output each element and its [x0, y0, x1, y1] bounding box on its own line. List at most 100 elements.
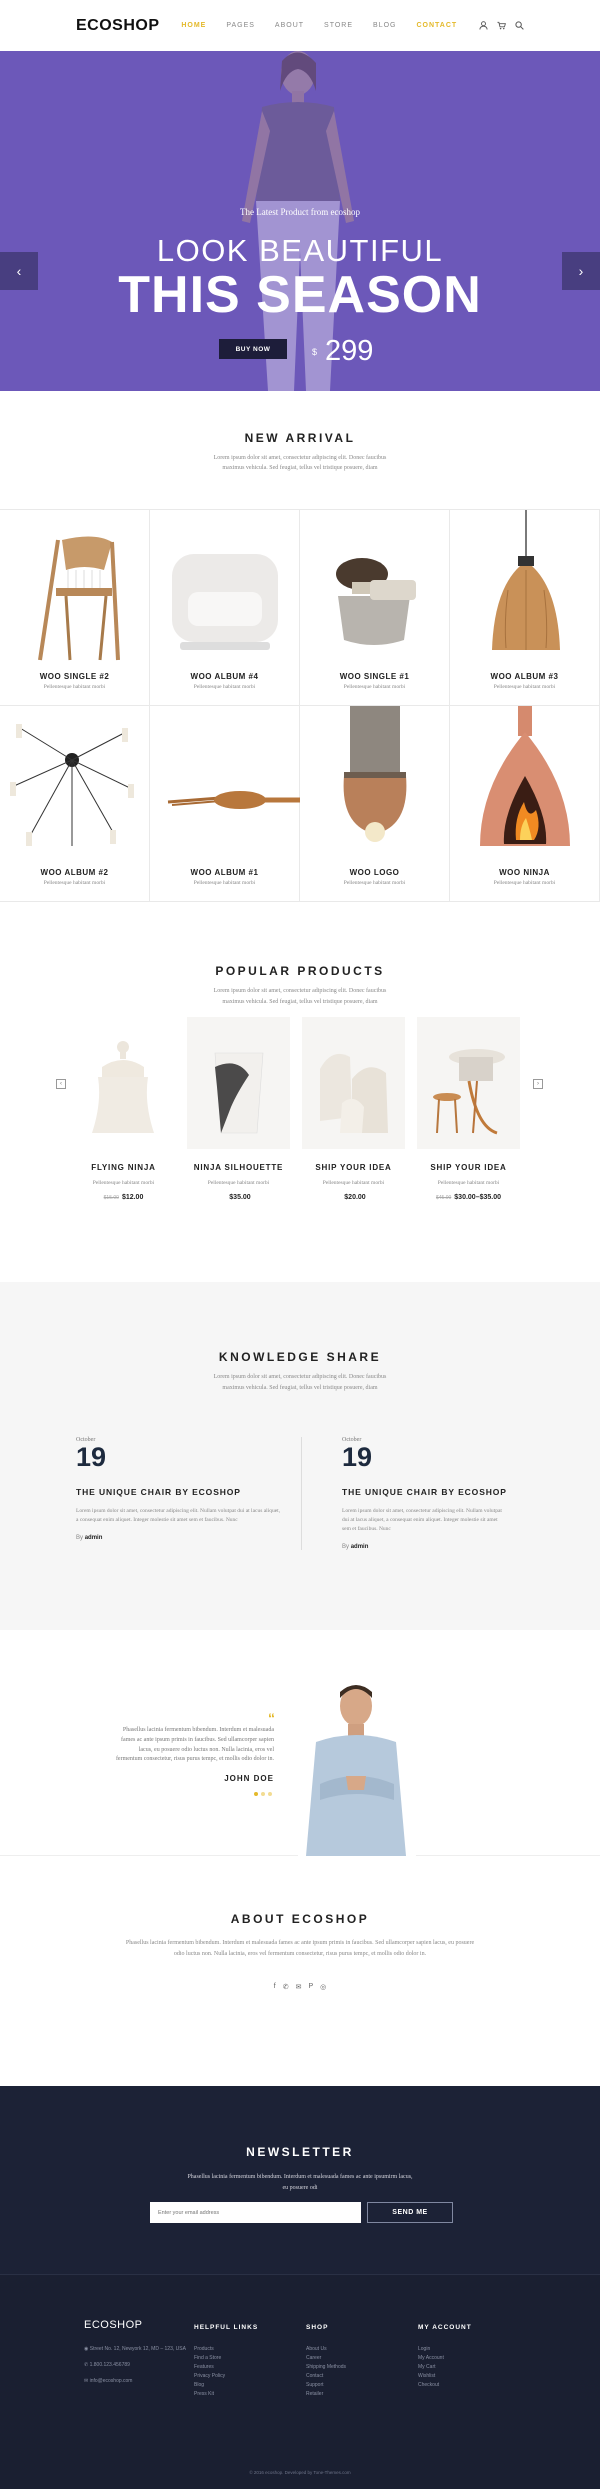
- footer-link[interactable]: Retailer: [306, 2390, 346, 2399]
- instagram-icon[interactable]: ◎: [320, 1983, 326, 1991]
- blog-post[interactable]: October 19 THE UNIQUE CHAIR BY ECOSHOP L…: [301, 1437, 526, 1550]
- new-arrival-desc: Lorem ipsum dolor sit amet, consectetur …: [213, 455, 387, 472]
- hero-headline-1: LOOK BEAUTIFUL: [156, 233, 444, 268]
- post-title[interactable]: THE UNIQUE CHAIR BY ECOSHOP: [76, 1487, 281, 1497]
- product-subtitle: Pellentesque habitant morbi: [437, 1180, 500, 1187]
- post-author-name[interactable]: admin: [85, 1535, 103, 1541]
- post-title[interactable]: THE UNIQUE CHAIR BY ECOSHOP: [342, 1487, 506, 1497]
- buy-now-button[interactable]: BUY NOW: [219, 339, 287, 359]
- footer-link[interactable]: Checkout: [418, 2381, 472, 2390]
- post-excerpt: Lorem ipsum dolor sit amet, consectetur …: [76, 1508, 281, 1524]
- dot[interactable]: [268, 1792, 272, 1797]
- quote-icon: “: [268, 1710, 275, 1727]
- footer-col-shop: SHOP About Us Career Shipping Methods Co…: [306, 2322, 346, 2399]
- hero-next-arrow-icon[interactable]: ›: [562, 252, 600, 290]
- post-author-name[interactable]: admin: [351, 1544, 369, 1550]
- facebook-icon[interactable]: f: [274, 1983, 276, 1991]
- product-card[interactable]: NINJA SILHOUETTE Pellentesque habitant m…: [187, 1017, 290, 1201]
- hero-prev-arrow-icon[interactable]: ‹: [0, 252, 38, 290]
- product-card[interactable]: FLYING NINJA Pellentesque habitant morbi…: [72, 1017, 175, 1201]
- footer-link[interactable]: My Account: [418, 2354, 472, 2363]
- newsletter-desc: Phasellus lacinia fermentum bibendum. In…: [187, 2174, 413, 2191]
- cart-icon[interactable]: [497, 21, 506, 30]
- product-card[interactable]: WOO ALBUM #1 Pellentesque habitant morbi: [150, 706, 300, 903]
- product-card[interactable]: WOO SINGLE #1 Pellentesque habitant morb…: [300, 510, 450, 707]
- product-image: [187, 1017, 290, 1150]
- send-me-button[interactable]: SEND ME: [367, 2202, 453, 2224]
- product-card[interactable]: WOO ALBUM #4 Pellentesque habitant morbi: [150, 510, 300, 707]
- product-card[interactable]: WOO ALBUM #2 Pellentesque habitant morbi: [0, 706, 150, 903]
- nav-pages[interactable]: PAGES: [226, 22, 255, 29]
- testimonial-dots: [254, 1792, 272, 1797]
- dot[interactable]: [261, 1792, 265, 1797]
- product-subtitle: Pellentesque habitant morbi: [322, 1180, 385, 1187]
- popular-next-arrow-icon[interactable]: ›: [533, 1079, 543, 1090]
- footer-link[interactable]: Press Kit: [194, 2390, 258, 2399]
- product-card[interactable]: WOO SINGLE #2 Pellentesque habitant morb…: [0, 510, 150, 707]
- sculpture-image: [320, 1054, 388, 1134]
- product-name: WOO ALBUM #3: [490, 672, 559, 682]
- site-footer: ECOSHOP ◉ Street No. 12, Newyork 12, MD …: [0, 2274, 600, 2489]
- product-name: WOO LOGO: [349, 868, 400, 878]
- footer-logo[interactable]: ECOSHOP: [84, 2319, 143, 2331]
- popular-title: POPULAR PRODUCTS: [215, 964, 385, 979]
- user-icon[interactable]: [479, 21, 488, 30]
- product-card[interactable]: WOO NINJA Pellentesque habitant morbi: [450, 706, 600, 903]
- footer-link[interactable]: Login: [418, 2345, 472, 2354]
- email-text[interactable]: info@ecoshop.com: [90, 2378, 133, 2384]
- newsletter-form: SEND ME: [150, 2202, 453, 2224]
- dot[interactable]: [254, 1792, 258, 1797]
- nav-about[interactable]: ABOUT: [275, 22, 304, 29]
- new-price: $12.00: [121, 1194, 144, 1202]
- post-excerpt: Lorem ipsum dolor sit amet, consectetur …: [342, 1508, 502, 1532]
- nav-home[interactable]: HOME: [181, 22, 206, 29]
- footer-link[interactable]: Blog: [194, 2381, 258, 2390]
- footer-col-helpful-links: HELPFUL LINKS Products Find a Store Feat…: [194, 2322, 258, 2399]
- footer-link[interactable]: Support: [306, 2381, 346, 2390]
- footer-link[interactable]: Products: [194, 2345, 258, 2354]
- side-table-image: [433, 1049, 505, 1135]
- email-input[interactable]: [150, 2202, 361, 2224]
- footer-link[interactable]: Features: [194, 2363, 258, 2372]
- product-card[interactable]: SHIP YOUR IDEA Pellentesque habitant mor…: [302, 1017, 405, 1201]
- footer-contact: ◉ Street No. 12, Newyork 12, MD – 123, U…: [84, 2345, 186, 2393]
- post-day: 19: [76, 1442, 107, 1473]
- footer-link[interactable]: About Us: [306, 2345, 346, 2354]
- mail-icon[interactable]: ✉: [296, 1983, 302, 1991]
- footer-link[interactable]: Wishlist: [418, 2372, 472, 2381]
- address-text: Street No. 12, Newyork 12, MD – 123, USA: [89, 2346, 186, 2353]
- hero-headline-2: THIS SEASON: [118, 266, 482, 324]
- blog-post[interactable]: October 19 THE UNIQUE CHAIR BY ECOSHOP L…: [76, 1437, 301, 1549]
- product-name: WOO NINJA: [499, 868, 550, 878]
- search-icon[interactable]: [515, 21, 524, 30]
- phone-icon[interactable]: ✆: [283, 1983, 289, 1991]
- product-card[interactable]: SHIP YOUR IDEA Pellentesque habitant mor…: [417, 1017, 520, 1201]
- hero-price-currency: $: [312, 347, 318, 358]
- product-image: [417, 1017, 520, 1150]
- product-card[interactable]: WOO LOGO Pellentesque habitant morbi: [300, 706, 450, 903]
- nav-store[interactable]: STORE: [324, 22, 353, 29]
- footer-link[interactable]: My Cart: [418, 2363, 472, 2372]
- wooden-spoon-image: [167, 791, 300, 810]
- wood-lamp-image: [492, 510, 560, 651]
- nav-blog[interactable]: BLOG: [373, 22, 396, 29]
- footer-link[interactable]: Shipping Methods: [306, 2363, 346, 2372]
- footer-link[interactable]: Find a Store: [194, 2354, 258, 2363]
- footer-link[interactable]: Career: [306, 2354, 346, 2363]
- pinterest-icon[interactable]: P: [308, 1983, 313, 1991]
- nav-contact[interactable]: CONTACT: [417, 22, 458, 29]
- product-subtitle: Pellentesque habitant morbi: [343, 684, 406, 691]
- footer-address: ◉ Street No. 12, Newyork 12, MD – 123, U…: [84, 2345, 186, 2354]
- footer-link[interactable]: Contact: [306, 2372, 346, 2381]
- footer-link[interactable]: Privacy Policy: [194, 2372, 258, 2381]
- footer-col-my-account: MY ACCOUNT Login My Account My Cart Wish…: [418, 2322, 472, 2390]
- new-price: $20.00: [344, 1194, 366, 1202]
- product-image: [302, 1017, 405, 1150]
- product-card[interactable]: WOO ALBUM #3 Pellentesque habitant morbi: [450, 510, 600, 707]
- vase-image: [214, 1053, 264, 1134]
- popular-prev-arrow-icon[interactable]: ‹: [56, 1079, 66, 1090]
- logo[interactable]: ECOSHOP: [76, 17, 160, 35]
- product-subtitle: Pellentesque habitant morbi: [343, 880, 406, 887]
- hero-slider: The Latest Product from ecoshop LOOK BEA…: [0, 51, 600, 391]
- product-subtitle: Pellentesque habitant morbi: [193, 880, 256, 887]
